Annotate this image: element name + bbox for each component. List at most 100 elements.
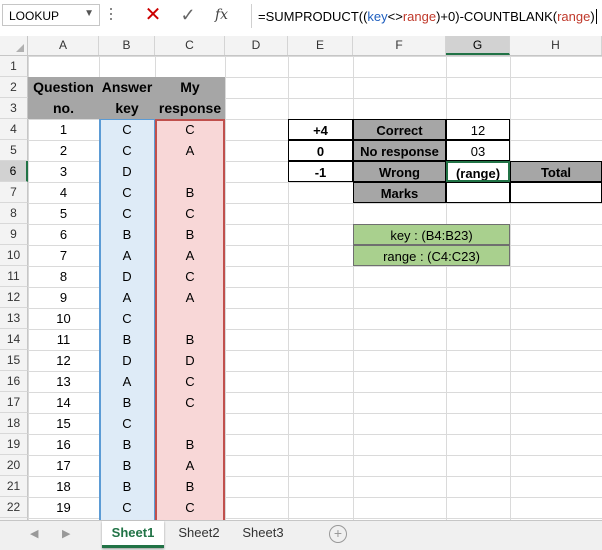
score-label-cell[interactable]: Marks — [353, 182, 446, 203]
score-label-cell[interactable]: No response — [353, 140, 446, 161]
row-header-8[interactable]: 8 — [0, 203, 28, 224]
row-header-2[interactable]: 2 — [0, 77, 28, 98]
score-label-cell[interactable]: Wrong — [353, 161, 446, 182]
row-header-19[interactable]: 19 — [0, 434, 28, 455]
close-icon[interactable]: ✕ — [143, 3, 163, 27]
marks-value-cell[interactable]: 0 — [288, 140, 353, 161]
response-cell[interactable]: B — [155, 434, 225, 455]
column-header-f[interactable]: F — [353, 36, 446, 55]
question-number-cell[interactable]: 9 — [28, 287, 99, 308]
total-value-cell[interactable] — [510, 182, 602, 203]
row-header-17[interactable]: 17 — [0, 392, 28, 413]
answer-key-cell[interactable]: C — [99, 308, 155, 329]
row-header-1[interactable]: 1 — [0, 56, 28, 77]
plus-circle-icon[interactable]: + — [329, 525, 347, 543]
answer-key-cell[interactable]: A — [99, 245, 155, 266]
response-cell[interactable]: B — [155, 476, 225, 497]
column-header-c[interactable]: C — [155, 36, 225, 55]
question-number-cell[interactable]: 1 — [28, 119, 99, 140]
score-result-cell[interactable] — [446, 182, 510, 203]
answer-key-cell[interactable]: B — [99, 455, 155, 476]
question-number-cell[interactable]: 7 — [28, 245, 99, 266]
question-number-cell[interactable]: 4 — [28, 182, 99, 203]
question-number-cell[interactable]: 3 — [28, 161, 99, 182]
row-header-12[interactable]: 12 — [0, 287, 28, 308]
response-cell[interactable]: C — [155, 371, 225, 392]
score-result-cell[interactable]: 12 — [446, 119, 510, 140]
question-number-cell[interactable]: 2 — [28, 140, 99, 161]
question-number-cell[interactable]: 15 — [28, 413, 99, 434]
row-header-13[interactable]: 13 — [0, 308, 28, 329]
response-cell[interactable]: C — [155, 497, 225, 518]
score-result-cell[interactable]: 03 — [446, 140, 510, 161]
tab-sheet1[interactable]: Sheet1 — [102, 521, 164, 548]
row-header-14[interactable]: 14 — [0, 329, 28, 350]
response-cell[interactable]: C — [155, 266, 225, 287]
answer-key-cell[interactable]: C — [99, 413, 155, 434]
chevron-down-icon[interactable]: ▼ — [84, 8, 94, 19]
answer-key-cell[interactable]: C — [99, 140, 155, 161]
column-header-g[interactable]: G — [446, 36, 510, 55]
response-cell[interactable]: A — [155, 245, 225, 266]
answer-key-cell[interactable]: C — [99, 497, 155, 518]
tab-sheet3[interactable]: Sheet3 — [232, 521, 294, 545]
row-header-11[interactable]: 11 — [0, 266, 28, 287]
spreadsheet-grid[interactable]: ABCDEFGH 1 2 3 4 5 6 7 8 9 10 11 12 13 14 15 16 17 18 19 20… — [0, 36, 602, 520]
answer-key-cell[interactable]: B — [99, 329, 155, 350]
tab-sheet2[interactable]: Sheet2 — [168, 521, 230, 545]
answer-key-cell[interactable]: B — [99, 392, 155, 413]
response-cell[interactable]: B — [155, 329, 225, 350]
question-number-cell[interactable]: 10 — [28, 308, 99, 329]
response-cell[interactable] — [155, 161, 225, 182]
question-number-cell[interactable]: 8 — [28, 266, 99, 287]
table-header-a[interactable]: Question no. — [28, 77, 99, 119]
scroll-left-icon[interactable]: ◀ — [30, 527, 38, 540]
scroll-right-icon[interactable]: ▶ — [62, 527, 70, 540]
response-cell[interactable]: D — [155, 350, 225, 371]
table-header-b[interactable]: Answer key — [99, 77, 155, 119]
named-range-range-note[interactable]: range : (C4:C23) — [353, 245, 510, 266]
row-header-20[interactable]: 20 — [0, 455, 28, 476]
answer-key-cell[interactable]: B — [99, 434, 155, 455]
answer-key-cell[interactable]: B — [99, 224, 155, 245]
column-header-e[interactable]: E — [288, 36, 353, 55]
response-cell[interactable]: C — [155, 119, 225, 140]
score-label-cell[interactable]: Correct — [353, 119, 446, 140]
marks-value-cell[interactable]: -1 — [288, 161, 353, 182]
answer-key-cell[interactable]: D — [99, 266, 155, 287]
formula-input[interactable]: =SUMPRODUCT((key<>range)+0)-COUNTBLANK(r… — [251, 4, 602, 28]
question-number-cell[interactable]: 12 — [28, 350, 99, 371]
table-header-c[interactable]: My response — [155, 77, 225, 119]
response-cell[interactable] — [155, 413, 225, 434]
response-cell[interactable]: B — [155, 182, 225, 203]
row-header-18[interactable]: 18 — [0, 413, 28, 434]
column-header-b[interactable]: B — [99, 36, 155, 55]
row-header-3[interactable]: 3 — [0, 98, 28, 119]
question-number-cell[interactable]: 19 — [28, 497, 99, 518]
answer-key-cell[interactable]: C — [99, 119, 155, 140]
answer-key-cell[interactable]: C — [99, 182, 155, 203]
row-header-6[interactable]: 6 — [0, 161, 28, 182]
answer-key-cell[interactable]: A — [99, 371, 155, 392]
row-header-21[interactable]: 21 — [0, 476, 28, 497]
select-all-button[interactable] — [0, 36, 28, 55]
named-range-key-note[interactable]: key : (B4:B23) — [353, 224, 510, 245]
question-number-cell[interactable]: 17 — [28, 455, 99, 476]
name-box[interactable]: LOOKUP ▼ — [2, 4, 100, 26]
column-header-a[interactable]: A — [28, 36, 99, 55]
row-header-22[interactable]: 22 — [0, 497, 28, 518]
question-number-cell[interactable]: 13 — [28, 371, 99, 392]
row-header-4[interactable]: 4 — [0, 119, 28, 140]
total-label-cell[interactable]: Total — [510, 161, 602, 182]
response-cell[interactable]: A — [155, 287, 225, 308]
question-number-cell[interactable]: 18 — [28, 476, 99, 497]
row-header-15[interactable]: 15 — [0, 350, 28, 371]
response-cell[interactable]: C — [155, 392, 225, 413]
question-number-cell[interactable]: 16 — [28, 434, 99, 455]
score-result-cell[interactable]: (range) — [446, 161, 510, 182]
insert-function-button[interactable]: fx — [215, 4, 237, 26]
answer-key-cell[interactable]: D — [99, 161, 155, 182]
check-icon[interactable]: ✓ — [178, 3, 198, 27]
question-number-cell[interactable]: 5 — [28, 203, 99, 224]
question-number-cell[interactable]: 14 — [28, 392, 99, 413]
